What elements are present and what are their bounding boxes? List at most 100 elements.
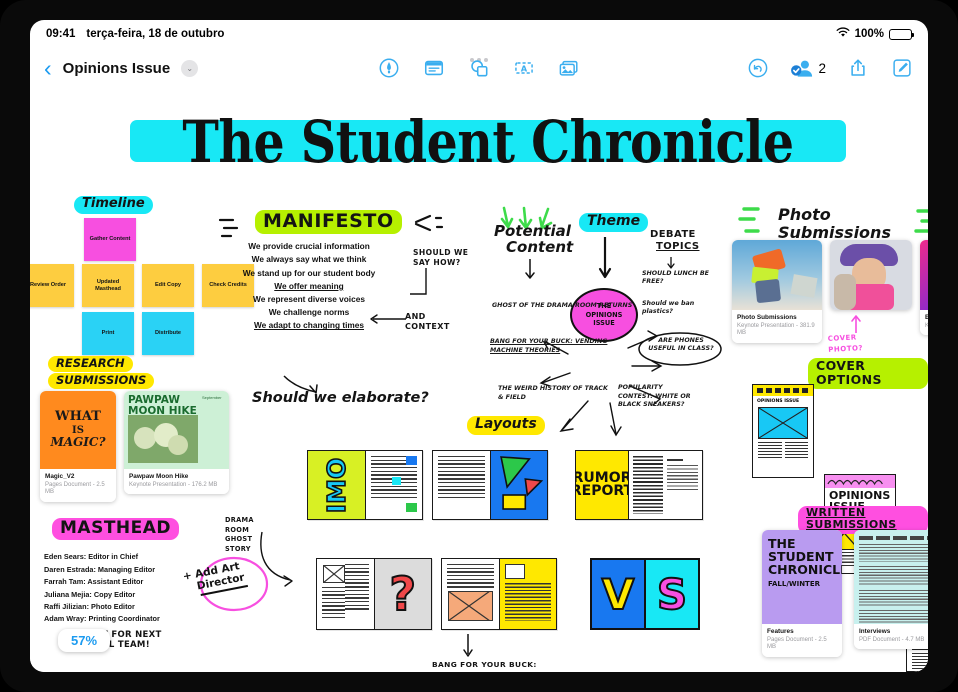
branch-text: POPULARITY CONTEST: WHITE OR BLACK SNEAK… [618, 384, 691, 408]
mindmap-branch: BANG FOR YOUR BUCK: VENDING MACHINE THEO… [490, 338, 610, 355]
sticky-note[interactable]: Edit Copy [142, 264, 194, 307]
layouts-label: Layouts [467, 416, 545, 435]
toolbar-tools: A [377, 57, 581, 79]
share-icon[interactable] [846, 57, 870, 79]
arrow-down-icon [524, 258, 536, 285]
debate-topic-text: ARE PHONES USEFUL IN CLASS? [648, 337, 714, 353]
sticky-note[interactable]: Print [82, 312, 134, 355]
annotation-and-context: AND CONTEXT [405, 312, 450, 333]
freeform-canvas[interactable]: The Student Chronicle Timeline Gather Co… [30, 88, 928, 672]
card-thumbnail: WHAT IS MAGIC? [40, 391, 116, 469]
cover-photo-note: COVER PHOTO? [827, 332, 864, 355]
branch-text: THE WEIRD HISTORY OF TRACK & FIELD [498, 385, 608, 401]
layout-spread[interactable]: RUMOR REPORT [575, 450, 703, 520]
research-label: RESEARCH SUBMISSIONS [48, 356, 155, 389]
markup-pen-tool[interactable] [377, 57, 401, 79]
media-tool[interactable] [557, 57, 581, 79]
status-bar-right: 100% [836, 27, 914, 41]
sticky-note[interactable]: Review Order [30, 264, 74, 307]
battery-icon [889, 28, 914, 40]
list-item[interactable]: PAWPAW MOON HIKE September Pawpaw Moon H… [124, 391, 229, 495]
note-line: DEBATE [650, 229, 696, 240]
note-line: AL TEAM! [102, 639, 150, 650]
branch-text: GHOST OF THE DRAMA ROOM RETURNS [492, 302, 633, 309]
note-line: PHOTO? [828, 343, 864, 354]
list-item: We stand up for our student body [204, 265, 414, 278]
card-title: Pawpaw Moon Hike [129, 473, 189, 480]
list-item: We always say what we think [251, 254, 367, 265]
card-subtitle: Keynote Presentation - 176.2 MB [129, 481, 218, 488]
card-thumbnail [732, 240, 822, 310]
card-title: Interviews [859, 628, 891, 635]
masthead-label: MASTHEAD [52, 518, 180, 541]
cover-options-label: COVER OPTIONS [808, 358, 928, 389]
hub-line: OPINIONS [585, 310, 623, 319]
layout-spread[interactable]: IMO [307, 450, 423, 520]
collaborators-button[interactable]: 2 [790, 57, 826, 79]
status-date: terça-feira, 18 de outubro [86, 28, 225, 40]
compose-icon[interactable] [890, 57, 914, 79]
text-box-tool[interactable]: A [512, 57, 536, 79]
layout-spread[interactable] [432, 450, 548, 520]
mindmap-branch: THE WEIRD HISTORY OF TRACK & FIELD [498, 385, 608, 402]
note-line: STORY [225, 544, 251, 553]
layout-spread[interactable]: V S [590, 558, 700, 630]
list-item[interactable]: Interviews PDF Document - 4.7 MB [854, 530, 928, 650]
shapes-tool[interactable] [467, 57, 491, 79]
chevron-down-icon[interactable]: ⌄ [181, 59, 199, 77]
list-item[interactable]: THE STUDENT CHRONICLE FALL/WINTER Featur… [762, 530, 842, 657]
wifi-icon [836, 27, 850, 41]
page-title: Opinions Issue [62, 59, 171, 77]
zoom-level-indicator[interactable]: 57% [58, 629, 111, 652]
layout-spread[interactable] [441, 558, 557, 630]
annotation-connector [408, 266, 432, 309]
list-item[interactable] [830, 240, 912, 310]
manifesto-line-3: We stand up for our student body [242, 267, 376, 278]
note-line: VENDING MACHINE THEORIES [408, 671, 541, 672]
sticky-note[interactable]: Distribute [142, 312, 194, 355]
debate-topic-circled: ARE PHONES USEFUL IN CLASS? [636, 330, 724, 373]
spread-title: IMO [321, 456, 352, 513]
list-item[interactable]: Event Ph Keynote P... 381.9 MB [920, 240, 928, 336]
note-line: TOPICS [656, 241, 700, 252]
ipad-device: 09:41 terça-feira, 18 de outubro 100% ‹ … [0, 0, 958, 692]
card-title: Features [767, 628, 794, 635]
list-item[interactable]: Photo Submissions Keynote Presentation -… [732, 240, 822, 343]
toolbar-right: 2 [746, 57, 914, 79]
sticky-note[interactable]: Gather Content [84, 218, 136, 261]
card-subtitle: Keynote Presentation - 381.9 MB [737, 322, 815, 337]
card-subtitle: PDF Document - 4.7 MB [859, 636, 925, 643]
spread-title: REPORT [576, 483, 628, 499]
undo-icon[interactable] [746, 57, 770, 79]
mindmap-hub[interactable]: THE OPINIONS ISSUE [570, 288, 638, 342]
sticky-note-tool[interactable] [422, 57, 446, 79]
arrow-theme-to-hub [598, 236, 612, 289]
note-line: BANG FOR YOUR BUCK: [432, 660, 537, 669]
collaborator-count: 2 [818, 60, 826, 76]
card-title: Event Ph [925, 314, 928, 321]
card-title: Photo Submissions [737, 314, 797, 321]
card-subtitle: Keynote P... 381.9 MB [925, 322, 928, 329]
manifesto-right-ticks [412, 210, 446, 243]
arrow-to-spread [258, 530, 316, 597]
list-item[interactable]: WHAT IS MAGIC? Magic_V2 Pages Document -… [40, 391, 116, 502]
layout-spread[interactable]: ? [316, 558, 432, 630]
card-thumbnail [830, 240, 912, 310]
status-time: 09:41 [46, 28, 76, 40]
debate-topic: SHOULD LUNCH BE FREE? [642, 270, 709, 286]
thumb-line: FALL/WINTER [768, 580, 821, 588]
thumb-line: CHRONICLE [768, 562, 842, 577]
ipad-screen: 09:41 terça-feira, 18 de outubro 100% ‹ … [30, 20, 928, 672]
note-line: CONTEXT [405, 322, 450, 332]
mindmap-branch: POPULARITY CONTEST: WHITE OR BLACK SNEAK… [618, 384, 698, 410]
card-subtitle: Pages Document - 2.5 MB [767, 636, 827, 651]
board-headline[interactable]: The Student Chronicle [108, 108, 868, 176]
card-thumbnail [854, 530, 928, 624]
sticky-note[interactable]: Updated Masthead [82, 264, 134, 307]
photo-submissions-label: Photo Submissions [778, 205, 891, 242]
status-bar-left: 09:41 terça-feira, 18 de outubro [46, 28, 224, 40]
card-subtitle: Pages Document - 2.5 MB [45, 481, 105, 496]
theme-label: Theme [579, 213, 649, 232]
back-button[interactable]: ‹ [44, 56, 52, 80]
cover-option[interactable]: OPINIONS ISSUE [752, 384, 814, 478]
